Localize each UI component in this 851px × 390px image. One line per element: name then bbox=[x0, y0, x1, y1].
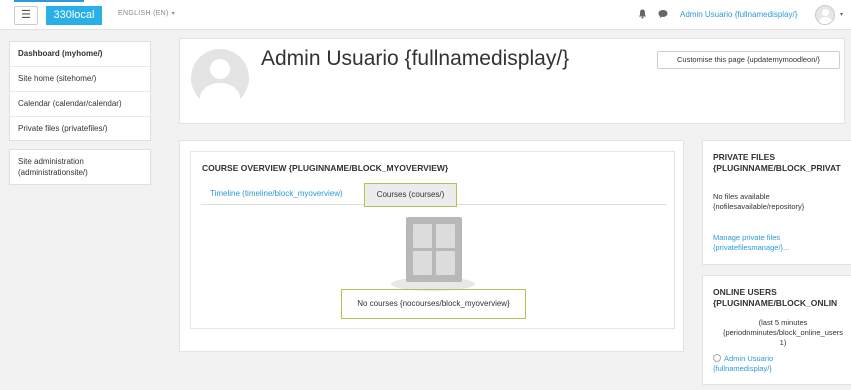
courses-empty-icon bbox=[406, 217, 462, 282]
online-users-title: ONLINE USERS {PLUGINNAME/BLOCK_ONLIN bbox=[713, 287, 837, 309]
period-line2: {periodnminutes/block_online_users bbox=[722, 328, 844, 337]
private-files-title: PRIVATE FILES {PLUGINNAME/BLOCK_PRIVAT bbox=[713, 152, 841, 174]
online-user-link[interactable]: Admin Usuario {fullnamedisplay/} bbox=[713, 354, 773, 374]
online-users-title-line2: {PLUGINNAME/BLOCK_ONLIN bbox=[713, 298, 838, 308]
course-overview-title: COURSE OVERVIEW {PLUGINNAME/BLOCK_MYOVER… bbox=[202, 163, 449, 173]
hamburger-icon: ☰ bbox=[21, 9, 31, 21]
tab-timeline[interactable]: Timeline (timeline/block_myoverview) bbox=[210, 189, 343, 198]
hamburger-menu-button[interactable]: ☰ bbox=[14, 6, 38, 25]
private-files-title-line1: PRIVATE FILES bbox=[713, 152, 776, 162]
top-navbar: ☰ 330local ENGLISH (EN) ▾ Admin Usuario {… bbox=[0, 0, 851, 30]
nav-item-site-administration[interactable]: Site administration (administrationsite/… bbox=[10, 150, 150, 184]
online-period-text: (last 5 minutes {periodnminutes/block_on… bbox=[713, 318, 851, 348]
nav-item-dashboard[interactable]: Dashboard (myhome/) bbox=[10, 42, 150, 67]
page-header: Admin Usuario {fullnamedisplay/} Customi… bbox=[179, 38, 845, 124]
no-courses-message: No courses {nocourses/block_myoverview} bbox=[341, 289, 526, 319]
bell-icon[interactable] bbox=[638, 9, 647, 22]
course-overview-tabs: Timeline (timeline/block_myoverview) Cou… bbox=[201, 183, 666, 207]
admin-block: Site administration (administrationsite/… bbox=[9, 149, 151, 185]
manage-files-line2: {privatefilesmanage/}... bbox=[713, 243, 790, 252]
online-user-name: Admin Usuario bbox=[724, 354, 774, 363]
chat-icon[interactable] bbox=[658, 9, 668, 22]
page-title: Admin Usuario {fullnamedisplay/} bbox=[261, 47, 570, 70]
caret-down-icon: ▾ bbox=[171, 11, 175, 17]
language-label: ENGLISH (EN) bbox=[118, 10, 169, 17]
user-avatar[interactable] bbox=[815, 5, 835, 25]
period-line3: 1) bbox=[779, 338, 787, 347]
profile-avatar bbox=[191, 49, 249, 107]
nav-item-site-home[interactable]: Site home (sitehome/) bbox=[10, 67, 150, 92]
nav-item-calendar[interactable]: Calendar (calendar/calendar) bbox=[10, 92, 150, 117]
tab-courses[interactable]: Courses (courses/) bbox=[364, 183, 457, 207]
online-users-block: ONLINE USERS {PLUGINNAME/BLOCK_ONLIN (la… bbox=[702, 275, 851, 385]
no-files-message: No files available {nofilesavailable/rep… bbox=[713, 192, 804, 212]
course-overview-block: COURSE OVERVIEW {PLUGINNAME/BLOCK_MYOVER… bbox=[179, 140, 684, 352]
customise-page-button[interactable]: Customise this page {updatemymoodleon/} bbox=[657, 51, 840, 69]
online-users-title-line1: ONLINE USERS bbox=[713, 287, 777, 297]
language-menu[interactable]: ENGLISH (EN) ▾ bbox=[118, 10, 175, 17]
period-line1: (last 5 minutes bbox=[758, 318, 808, 327]
course-overview-inner: COURSE OVERVIEW {PLUGINNAME/BLOCK_MYOVER… bbox=[190, 151, 675, 329]
private-files-block: PRIVATE FILES {PLUGINNAME/BLOCK_PRIVAT N… bbox=[702, 140, 851, 265]
user-avatar-icon bbox=[713, 354, 721, 362]
no-files-line2: {nofilesavailable/repository} bbox=[713, 202, 805, 211]
top-accent-line bbox=[14, 0, 84, 2]
manage-files-line1: Manage private files bbox=[713, 233, 781, 242]
user-menu-name[interactable]: Admin Usuario {fullnamedisplay/} bbox=[680, 10, 797, 19]
site-name-link[interactable]: 330local bbox=[46, 6, 102, 25]
nav-item-private-files[interactable]: Private files (privatefiles/) bbox=[10, 117, 150, 142]
navigation-block: Dashboard (myhome/) Site home (sitehome/… bbox=[9, 41, 151, 141]
private-files-title-line2: {PLUGINNAME/BLOCK_PRIVAT bbox=[713, 163, 841, 173]
online-user-name-line2: {fullnamedisplay/} bbox=[713, 364, 772, 373]
user-menu-caret-icon[interactable]: ▾ bbox=[840, 11, 843, 18]
no-files-line1: No files available bbox=[713, 192, 770, 201]
manage-private-files-link[interactable]: Manage private files {privatefilesmanage… bbox=[713, 233, 789, 253]
